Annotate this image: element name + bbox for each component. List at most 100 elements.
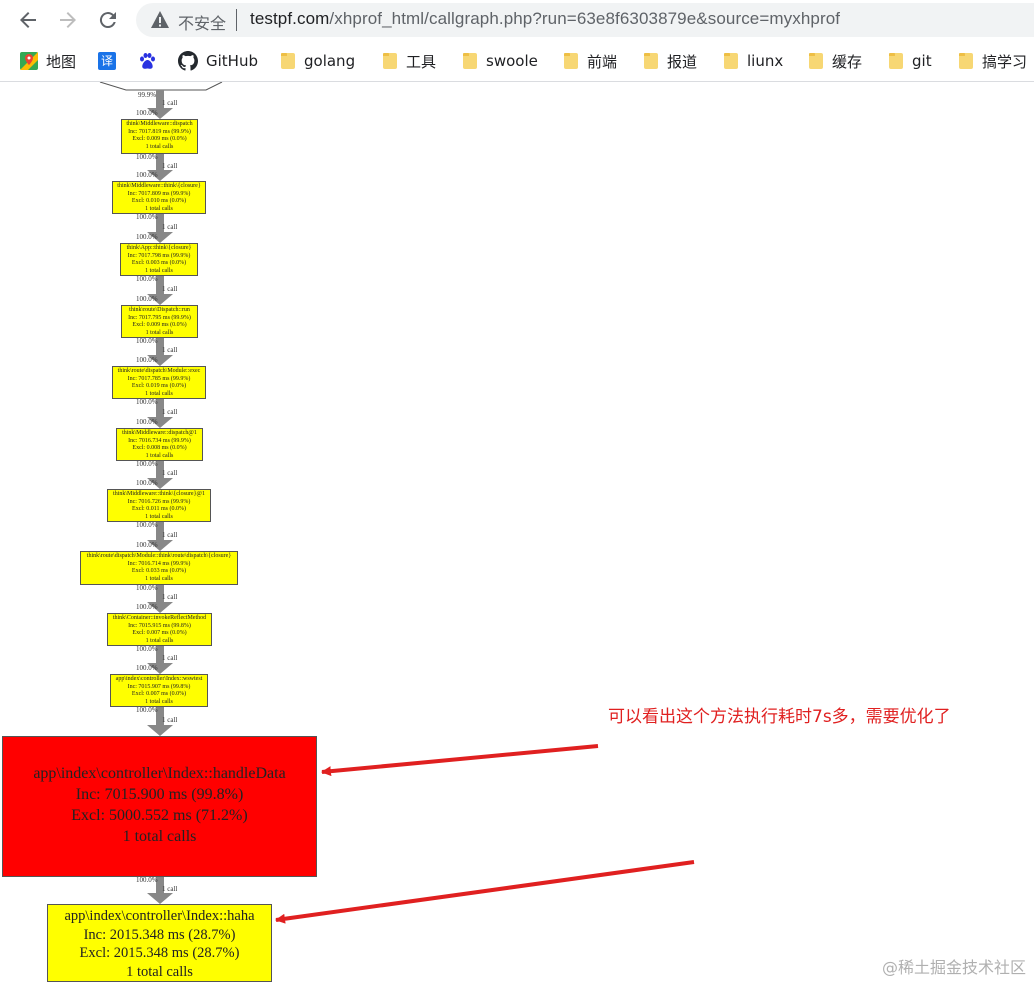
forward-button[interactable] [56, 8, 80, 32]
node-app-closure[interactable]: think\App::think\{closure} Inc: 7017.798… [120, 243, 198, 276]
bookmarks-bar: 地图 译 GitHub golang 工具 swoole 前端 报道 liunx… [0, 40, 1034, 82]
edge-pct-label: 100.0% [136, 460, 158, 468]
node-calls: 1 total calls [145, 513, 173, 520]
node-func: think\App::think\{closure} [126, 245, 192, 251]
node-calls: 1 total calls [145, 575, 173, 582]
node-module-dispatch-closure[interactable]: think\route\dispatch\Module::think\route… [80, 551, 238, 585]
node-inc: Inc: 7015.907 ms (99.8%) [127, 683, 191, 690]
node-inc: Inc: 2015.348 ms (28.7%) [83, 926, 236, 943]
node-calls: 1 total calls [145, 143, 174, 150]
edge-pct-label: 100.0% [136, 153, 158, 161]
node-func: think\route\dispatch\Module::exec [117, 368, 201, 374]
bookmark-label: liunx [747, 52, 784, 70]
bookmark-folder-liunx[interactable]: liunx [723, 50, 783, 72]
bookmark-label: git [912, 52, 932, 70]
folder-icon [643, 52, 659, 70]
bookmark-folder-tools[interactable]: 工具 [382, 50, 436, 72]
node-excl: Excl: 0.011 ms (0.0%) [132, 506, 186, 512]
bookmark-github[interactable]: GitHub [178, 50, 258, 72]
bookmark-folder-golang[interactable]: golang [280, 50, 355, 72]
node-middleware-closure-1[interactable]: think\Middleware::think\{closure}@1 Inc:… [107, 489, 211, 522]
arrow-left-icon [20, 12, 36, 28]
node-func: think\Middleware::think\{closure} [117, 183, 201, 189]
node-inc: Inc: 7017.795 ms (99.9%) [128, 314, 191, 321]
node-index-wswtest[interactable]: app\index\controller\Index::wswtest Inc:… [110, 674, 208, 707]
url-text[interactable]: testpf.com/xhprof_html/callgraph.php?run… [250, 9, 840, 29]
node-excl: Excl: 0.008 ms (0.0%) [132, 445, 187, 451]
reload-button[interactable] [96, 8, 120, 32]
bookmark-folder-git[interactable]: git [888, 50, 932, 72]
node-inc: Inc: 7015.900 ms (99.8%) [75, 786, 244, 803]
back-button[interactable] [16, 8, 40, 32]
node-calls: 1 total calls [145, 329, 174, 336]
edge-pct-label: 100.0% [136, 356, 158, 364]
edge-pct-label: 100.0% [136, 295, 158, 303]
node-calls: 1 total calls [122, 828, 197, 845]
bookmark-label: swoole [486, 52, 538, 70]
maps-icon [20, 52, 38, 70]
node-inc: Inc: 7017.809 ms (99.9%) [127, 190, 191, 197]
edge-calls-label: 1 call [162, 222, 178, 231]
node-inc: Inc: 7016.726 ms (99.9%) [127, 498, 191, 505]
bookmark-label: 搞学习 [982, 52, 1028, 71]
url-path: /xhprof_html/callgraph.php?run=63e8f6303… [329, 9, 841, 28]
node-func: think\Middleware::think\{closure}@1 [113, 491, 205, 497]
bookmark-folder-cache[interactable]: 缓存 [808, 50, 862, 72]
bookmark-maps[interactable]: 地图 [20, 50, 76, 72]
node-middleware-closure[interactable]: think\Middleware::think\{closure} Inc: 7… [112, 181, 206, 214]
node-handledata-hot[interactable]: app\index\controller\Index::handleData I… [2, 736, 317, 877]
edge-pct-label: 100.0% [136, 275, 158, 283]
arrow-right-icon [60, 12, 76, 28]
address-bar[interactable]: 不安全 testpf.com/xhprof_html/callgraph.php… [136, 3, 1034, 37]
bookmark-label: golang [304, 52, 356, 70]
node-calls: 1 total calls [145, 452, 174, 459]
node-calls: 1 total calls [145, 267, 173, 274]
node-container-invoke[interactable]: think\Container::invokeReflectMethod Inc… [107, 613, 212, 646]
edge-calls-label: 1 call [162, 884, 178, 893]
edge-calls-label: 1 call [162, 715, 178, 724]
node-func: think\route\Dispatch::run [129, 307, 190, 313]
node-func: app\index\controller\Index::handleData [33, 765, 286, 782]
node-excl: Excl: 0.019 ms (0.0%) [131, 383, 187, 389]
edge-pct-label: 100.0% [136, 398, 158, 406]
bookmark-label: 前端 [587, 52, 618, 71]
node-excl: Excl: 0.009 ms (0.0%) [132, 136, 187, 142]
bookmark-translate[interactable]: 译 [98, 50, 116, 72]
annotation-text: 可以看出这个方法执行耗时7s多，需要优化了 [608, 707, 951, 727]
folder-icon [563, 52, 579, 70]
bookmark-folder-frontend[interactable]: 前端 [563, 50, 617, 72]
edge-calls-label: 1 call [162, 284, 178, 293]
edge-pct-label: 100.0% [136, 541, 158, 549]
bookmark-folder-study[interactable]: 搞学习 [958, 50, 1027, 72]
node-excl: Excl: 0.007 ms (0.0%) [131, 691, 187, 697]
node-route-dispatch-run[interactable]: think\route\Dispatch::run Inc: 7017.795 … [121, 305, 198, 338]
node-haha[interactable]: app\index\controller\Index::haha Inc: 20… [47, 904, 272, 982]
omnibox-separator [236, 9, 237, 31]
edge-calls-label: 1 call [162, 469, 178, 477]
node-middleware-dispatch[interactable]: think\Middleware::dispatch Inc: 7017.819… [121, 119, 198, 154]
parent-node-outline [99, 82, 223, 91]
security-label[interactable]: 不安全 [178, 10, 226, 34]
baidu-paw-icon [140, 53, 155, 69]
bookmark-baidu[interactable] [138, 50, 156, 72]
bookmark-label: GitHub [206, 52, 258, 70]
node-module-exec[interactable]: think\route\dispatch\Module::exec Inc: 7… [112, 366, 206, 399]
bookmark-folder-reports[interactable]: 报道 [643, 50, 697, 72]
edge-pct-label: 100.0% [136, 645, 158, 653]
node-func: app\index\controller\Index::wswtest [115, 676, 203, 682]
annotation-arrow-to-haha [275, 860, 695, 924]
folder-icon [808, 52, 824, 70]
edge-pct-label: 100.0% [136, 521, 158, 529]
edge-pct-label: 100.0% [136, 233, 158, 241]
node-inc: Inc: 7015.915 ms (99.8%) [128, 622, 191, 629]
bookmark-folder-swoole[interactable]: swoole [462, 50, 538, 72]
edge-pct-label: 100.0% [136, 664, 158, 672]
edge-pct-label: 100.0% [136, 584, 158, 592]
edge-pct-label: 100.0% [136, 706, 158, 714]
folder-icon [958, 52, 974, 70]
node-middleware-dispatch-1[interactable]: think\Middleware::dispatch@1 Inc: 7016.7… [116, 428, 203, 461]
node-inc: Inc: 7017.798 ms (99.9%) [127, 252, 191, 259]
callgraph: 99.9% 1 call 100.0% 100.0% 1 call 100.0% 100.0… [0, 82, 1034, 984]
node-calls: 1 total calls [145, 390, 173, 397]
edge-pct-label: 100.0% [136, 479, 158, 487]
